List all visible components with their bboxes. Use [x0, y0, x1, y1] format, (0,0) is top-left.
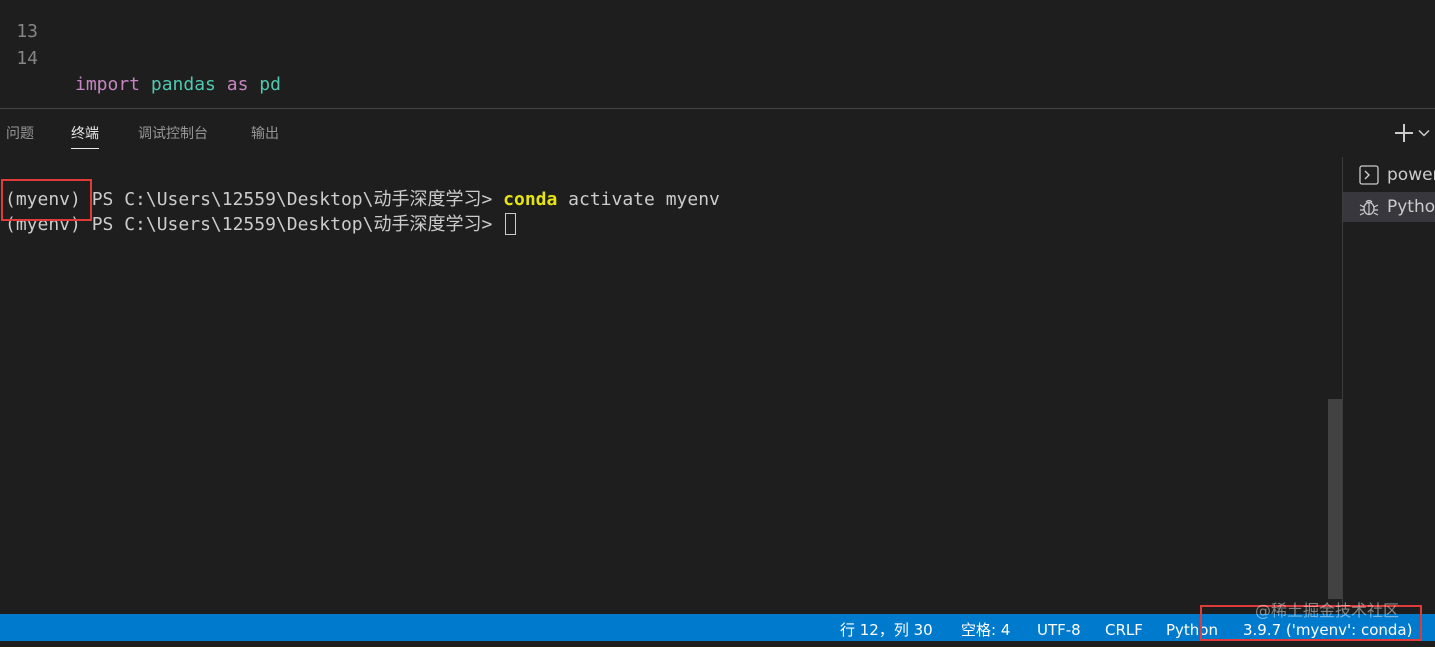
- module-alias: pd: [248, 74, 281, 95]
- watermark: @稀土掘金技术社区: [1255, 597, 1399, 621]
- terminal-prompt: PS C:\Users\12559\Desktop\动手深度学习>: [81, 189, 503, 210]
- status-line-ending[interactable]: CRLF: [1105, 614, 1143, 641]
- module-name: pandas: [140, 74, 227, 95]
- tab-problems[interactable]: 问题: [6, 125, 34, 149]
- tab-output[interactable]: 输出: [251, 125, 279, 149]
- plus-icon[interactable]: [1393, 122, 1415, 144]
- terminal-line: (myenv) PS C:\Users\12559\Desktop\动手深度学习…: [5, 187, 720, 212]
- terminal-tab-list: powershell Python Debug Console: [1342, 157, 1435, 614]
- terminal-cursor: [505, 213, 516, 235]
- status-encoding[interactable]: UTF-8: [1037, 614, 1081, 641]
- tab-terminal[interactable]: 终端: [71, 125, 99, 149]
- chevron-down-icon[interactable]: [1417, 126, 1431, 140]
- terminal-tab-label: Python Debug Console: [1387, 197, 1435, 217]
- panel-actions: [1393, 121, 1431, 145]
- status-cursor-position[interactable]: 行 12，列 30: [840, 614, 933, 641]
- status-indentation[interactable]: 空格: 4: [961, 614, 1010, 641]
- keyword-as: as: [227, 74, 249, 95]
- terminal-scrollbar-thumb[interactable]: [1328, 399, 1342, 599]
- debug-icon: [1358, 196, 1380, 218]
- terminal-args: activate myenv: [557, 189, 720, 210]
- editor-line-14[interactable]: 14 import pandas as pd: [0, 20, 43, 46]
- code-content: import pandas as pd: [75, 72, 281, 98]
- editor-line-13[interactable]: 13: [0, 0, 43, 19]
- bottom-panel: 问题 终端 调试控制台 输出 (myenv) PS C:\Users\12559…: [0, 109, 1435, 614]
- panel-tab-bar: 问题 终端 调试控制台 输出: [0, 109, 1435, 155]
- terminal-tab-label: powershell: [1387, 165, 1435, 185]
- terminal-output[interactable]: (myenv) PS C:\Users\12559\Desktop\动手深度学习…: [0, 157, 1328, 614]
- line-number: 14: [0, 46, 38, 72]
- terminal-prompt: PS C:\Users\12559\Desktop\动手深度学习>: [81, 214, 503, 235]
- terminal-command: conda: [503, 189, 557, 210]
- terminal-tab-powershell[interactable]: powershell: [1343, 160, 1435, 190]
- keyword-import: import: [75, 74, 140, 95]
- tab-debug-console[interactable]: 调试控制台: [138, 125, 208, 149]
- annotation-box-env: [1, 179, 92, 221]
- terminal-icon: [1358, 164, 1380, 186]
- terminal-tab-python-debug[interactable]: Python Debug Console: [1343, 192, 1435, 222]
- code-editor[interactable]: 13 14 import pandas as pd: [0, 0, 1435, 108]
